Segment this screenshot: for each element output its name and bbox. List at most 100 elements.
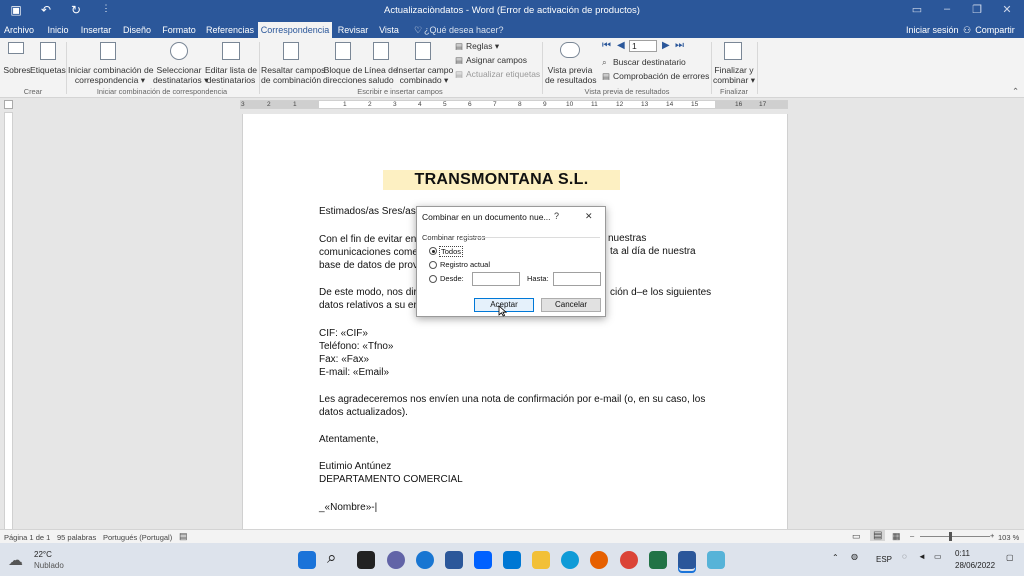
signin-link[interactable]: Iniciar sesión [906,22,959,38]
next-record-icon[interactable]: ▶ [662,40,670,51]
restore-icon[interactable]: ❐ [967,3,987,16]
linea-saludo-button[interactable]: Línea de saludo [364,65,398,85]
page-count[interactable]: Página 1 de 1 [4,533,50,542]
merge-dialog: Combinar en un documento nue... ? ✕ Comb… [416,206,606,317]
close-icon[interactable]: ✕ [997,3,1017,16]
radio-desde-label[interactable]: Desde: [440,274,464,283]
clock-time[interactable]: 0:11 [955,549,970,558]
radio-registro-actual-label[interactable]: Registro actual [440,260,490,269]
etiquetas-button[interactable]: Etiquetas [30,65,66,75]
iniciar-combinacion-button[interactable]: Iniciar combinación de correspondencia ▾ [68,65,154,85]
excel-icon[interactable] [649,551,667,569]
comprobacion-errores-button[interactable]: Comprobación de errores [613,71,709,81]
tab-diseno[interactable]: Diseño [117,22,157,38]
tab-vista[interactable]: Vista [375,22,403,38]
zoom-slider-track[interactable] [920,536,990,537]
search-box[interactable]: ¿Qué desea hacer? [424,22,504,38]
weather-temp[interactable]: 22°C [34,550,52,559]
labels-icon [40,42,56,60]
notification-icon[interactable]: ▢ [1006,553,1014,562]
radio-desde[interactable] [429,275,437,283]
firefox-icon[interactable] [590,551,608,569]
ribbon-tabs: Archivo Inicio Insertar Diseño Formato R… [0,22,1024,38]
previous-record-icon[interactable]: ◀ [617,40,625,51]
weather-desc[interactable]: Nublado [34,561,64,570]
microphone-icon[interactable]: ◍ [851,552,858,561]
radio-todos-label[interactable]: Todos [439,246,464,257]
tab-selector-icon[interactable] [4,100,13,109]
word-count[interactable]: 95 palabras [57,533,96,542]
tab-archivo[interactable]: Archivo [0,22,38,38]
file-explorer-icon[interactable] [532,551,550,569]
zoom-slider-thumb[interactable] [949,532,952,541]
first-record-icon[interactable]: ⏮ [602,40,611,51]
vista-previa-button[interactable]: Vista previa de resultados [545,65,597,85]
tab-correspondencia[interactable]: Correspondencia [258,22,332,38]
bloque-direcciones-button[interactable]: Bloque de direcciones [323,65,366,85]
help-button[interactable]: ? [554,211,559,221]
asignar-campos-button[interactable]: Asignar campos [466,55,527,65]
tab-formato[interactable]: Formato [158,22,200,38]
sobres-button[interactable]: Sobres [2,65,32,75]
battery-icon[interactable]: ▭ [934,552,942,561]
collapse-ribbon-icon[interactable]: ⌃ [1012,86,1019,97]
search-icon[interactable]: ⌕ [327,548,337,568]
editar-lista-button[interactable]: Editar lista de destinatarios [205,65,257,85]
radio-todos[interactable] [429,247,437,255]
ruler-number: 17 [759,101,767,108]
dropbox-icon[interactable] [474,551,492,569]
resaltar-label-1: Resaltar campos [261,65,326,75]
ribbon-display-icon[interactable]: ▭ [907,3,927,16]
hasta-input[interactable] [553,272,601,286]
zoom-in-icon[interactable]: + [990,531,994,540]
insertar-campo-button[interactable]: Insertar campo combinado ▾ [396,65,453,85]
finalizar-combinar-button[interactable]: Finalizar y combinar ▾ [712,65,756,85]
word-icon[interactable] [678,551,696,569]
tab-insertar[interactable]: Insertar [78,22,114,38]
vista-label-2: de resultados [545,75,597,85]
tab-inicio[interactable]: Inicio [40,22,76,38]
vista-label-1: Vista previa [547,65,593,75]
web-layout-icon[interactable]: ▦ [892,531,901,542]
language-indicator[interactable]: ESP [876,555,892,564]
close-button[interactable]: ✕ [585,211,593,222]
cloud-icon: ☁ [8,552,23,569]
mail-icon[interactable] [503,551,521,569]
windows-start-icon[interactable] [298,551,316,569]
clock-date[interactable]: 28/06/2022 [955,561,995,570]
task-view-icon[interactable] [357,551,375,569]
record-number-input[interactable]: 1 [629,40,657,52]
radio-registro-actual[interactable] [429,261,437,269]
minimize-icon[interactable]: – [937,3,957,15]
store-icon[interactable] [445,551,463,569]
zoom-level[interactable]: 103 % [998,533,1019,542]
reglas-button[interactable]: Reglas ▾ [466,41,499,52]
buscar-destinatario-button[interactable]: Buscar destinatario [613,57,686,67]
finish-merge-icon [724,42,742,60]
last-record-icon[interactable]: ⏭ [675,40,684,51]
cancelar-button[interactable]: Cancelar [541,298,601,312]
speaker-icon[interactable]: ◄ [918,552,926,561]
calculator-icon[interactable] [707,551,725,569]
read-mode-icon[interactable]: ▭ [852,531,861,542]
share-button[interactable]: Compartir [973,22,1017,38]
chrome-icon[interactable] [620,551,638,569]
chat-icon[interactable] [387,551,405,569]
actualizar-etiquetas-button[interactable]: Actualizar etiquetas [466,69,540,79]
tab-revisar[interactable]: Revisar [334,22,372,38]
tab-referencias[interactable]: Referencias [204,22,256,38]
ruler-number: 1 [293,101,297,108]
chevron-up-icon[interactable]: ⌃ [832,553,839,562]
resaltar-campos-button[interactable]: Resaltar campos de combinación [261,65,326,85]
wifi-icon[interactable]: ◌ [902,552,907,561]
layout-icon[interactable]: ▤ [179,531,188,542]
browser-icon[interactable] [416,551,434,569]
print-layout-icon[interactable]: ▤ [870,530,886,541]
horizontal-ruler[interactable]: 3 2 1 1 2 3 4 5 6 7 8 9 10 11 12 13 14 1… [240,100,788,109]
seleccionar-destinatarios-button[interactable]: Seleccionar destinatarios ▾ [153,65,208,85]
desde-input[interactable] [472,272,520,286]
edge-icon[interactable] [561,551,579,569]
vertical-ruler[interactable] [4,112,13,530]
zoom-out-icon[interactable]: – [910,531,914,540]
language-indicator[interactable]: Portugués (Portugal) [103,533,172,542]
